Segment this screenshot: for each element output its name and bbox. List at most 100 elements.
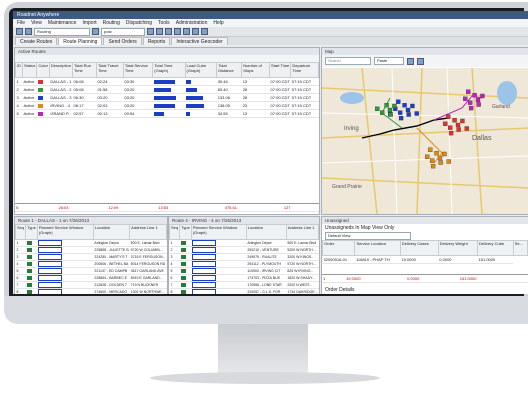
map-layer-select[interactable]: Paste (374, 57, 404, 65)
route-stop-marker[interactable] (402, 103, 407, 108)
route-stop-marker[interactable] (472, 93, 477, 98)
table-row[interactable]: 3 Active DALLAS - 3 06:30 03:20 03:20 133.06 28… (15, 93, 319, 102)
zoom-out-icon[interactable] (417, 57, 424, 65)
route-stop-marker[interactable] (375, 106, 380, 111)
column-header[interactable]: Order (322, 240, 356, 256)
table-row[interactable]: 4 294112 - PLYMOUTH 5720 W NORTH... (169, 260, 319, 268)
route-stop-marker[interactable] (448, 125, 453, 130)
column-header[interactable]: Total Time (Graph) (152, 62, 186, 78)
view-select[interactable]: Default View (325, 232, 411, 240)
column-header[interactable]: Delivery Cases (399, 240, 439, 256)
table-row[interactable]: 8 220057 - G.L.S. FOR 1734 OAKRIDGE... (169, 288, 319, 294)
table-row[interactable]: 8 274600 - MERCADO 1301 W NORTHWE... (15, 288, 167, 294)
menu-item-routing[interactable]: Routing (103, 19, 120, 27)
region-select[interactable]: Routing (34, 27, 90, 36)
route-stop-marker[interactable] (388, 112, 393, 117)
column-header[interactable]: Location (92, 224, 131, 240)
route-stop-marker[interactable] (476, 102, 481, 107)
column-header[interactable]: Planned Service Window (Graph) (36, 224, 94, 240)
column-header[interactable]: Delivery Weight (437, 240, 479, 256)
route-stop-marker[interactable] (480, 93, 485, 99)
route-stop-marker[interactable] (414, 111, 419, 116)
truck-icon[interactable] (165, 28, 172, 35)
route-stop-marker[interactable] (455, 122, 461, 128)
menu-item-view[interactable]: View (31, 19, 42, 27)
table-row[interactable]: 3 249975 - RUALITE 3200 W KINGS... (169, 253, 319, 261)
column-header[interactable]: Start Time (269, 62, 292, 78)
table-row[interactable]: 5 110904 - IRVING CIT 825 W IRVING... (169, 267, 319, 275)
route-stop-marker[interactable] (392, 103, 397, 109)
route-stop-marker[interactable] (398, 115, 404, 121)
column-header[interactable]: Address Line 1 (285, 224, 319, 240)
route-stop-marker[interactable] (460, 118, 465, 124)
route-stop-marker[interactable] (428, 147, 433, 152)
tab-3[interactable]: Reports (142, 37, 171, 45)
column-header[interactable]: Load Cube (Graph) (184, 62, 218, 78)
table-row[interactable]: 1 Arlington Depot 500 E. Lamar Blvd (169, 239, 319, 247)
table-row[interactable]: 7 170556 - LONE STAR 2200 N WEST... (169, 281, 319, 289)
order-details-label[interactable]: Order Details (325, 287, 354, 293)
route-map[interactable]: Irving Dallas Garland Grand Prairie (322, 67, 528, 214)
tab-0[interactable]: Create Routes (15, 37, 58, 45)
table-row[interactable]: 6 173703 - PIZZA BUS 1820 W SHADY... (169, 274, 319, 282)
menu-item-administration[interactable]: Administration (176, 19, 208, 27)
column-header[interactable]: Service Location (354, 240, 401, 256)
column-header[interactable]: Total Service Time (122, 62, 154, 78)
route-stop-marker[interactable] (396, 99, 401, 104)
route-stop-marker[interactable] (430, 158, 435, 163)
route-stop-marker[interactable] (475, 97, 481, 103)
column-header[interactable]: Planned Service Window (Graph) (190, 224, 247, 240)
route-stop-marker[interactable] (446, 114, 451, 119)
route-stop-marker[interactable] (456, 127, 461, 132)
route-stop-marker[interactable] (425, 154, 430, 159)
map-icon[interactable] (156, 28, 163, 35)
open-icon[interactable] (16, 28, 23, 35)
column-header[interactable]: Location (245, 224, 287, 240)
table-row[interactable]: 1 Active DALLAS - 1 06:08 02:24 03:30 39.46 13 0… (15, 77, 319, 86)
map-search-input[interactable]: Search (325, 57, 371, 65)
unassigned-filter[interactable]: Unassigneds In Map View Only (322, 224, 528, 232)
column-header[interactable]: Total Distance (216, 62, 243, 78)
column-header[interactable]: Number of Stops (241, 62, 271, 78)
table-row[interactable]: 5 221137 - ED CAMPB 3617 GARLAND AVE (15, 267, 167, 275)
route-stop-marker[interactable] (468, 105, 474, 111)
tab-4[interactable]: Interactive Geocoder (171, 37, 228, 45)
tab-2[interactable]: Send Orders (103, 37, 142, 45)
route-stop-marker[interactable] (430, 163, 436, 169)
route-stop-marker[interactable] (448, 130, 454, 136)
route-stop-marker[interactable] (438, 160, 443, 165)
menu-item-tools[interactable]: Tools (158, 19, 170, 27)
route-stop-marker[interactable] (406, 112, 411, 117)
table-row[interactable]: 4 200606 - BETHEL BA 5014 FERGUSON RD (15, 260, 167, 268)
column-header[interactable]: Status (21, 62, 38, 78)
menu-item-dispatching[interactable]: Dispatching (126, 19, 152, 27)
column-header[interactable]: Seq (15, 224, 27, 240)
stop-icon[interactable] (174, 28, 181, 35)
route-stop-marker[interactable] (384, 103, 389, 108)
column-header[interactable]: Total Run Time (72, 62, 97, 78)
gear-icon[interactable] (192, 28, 199, 35)
column-header[interactable]: Address Line 1 (129, 224, 167, 240)
column-header[interactable]: Color (36, 62, 50, 78)
table-row[interactable]: 2 250210 - VENTURE 5200 W NORTH... (169, 246, 319, 254)
column-header[interactable]: Se... (512, 240, 528, 256)
table-row[interactable]: 1 Arlington Depot 500 E. Lamar Blvd (15, 239, 167, 247)
table-row[interactable]: 32000516-01 116819 - PHAP TH 19.0000 0.0000… (322, 255, 528, 264)
report-icon[interactable] (183, 28, 190, 35)
session-select[interactable]: post (101, 27, 145, 36)
table-row[interactable]: 7 212628 - GOLDEN T 719 N BUCKNER (15, 281, 167, 289)
column-header[interactable]: Type (25, 224, 38, 240)
table-row[interactable]: 3 224250 - MARTY'S T 3715 E FERGUSON... (15, 253, 167, 261)
menu-item-help[interactable]: Help (213, 19, 223, 27)
menu-item-import[interactable]: Import (82, 19, 96, 27)
table-row[interactable]: 5 Active GRAND P... 02:57 00:13 00:54 34.55 13 0… (15, 109, 319, 118)
zoom-in-icon[interactable] (407, 57, 414, 65)
route-stop-marker[interactable] (398, 110, 403, 115)
route-icon[interactable] (147, 28, 154, 35)
column-header[interactable]: Description (48, 62, 74, 78)
route-stop-marker[interactable] (442, 151, 447, 157)
route-stop-marker[interactable] (405, 107, 411, 113)
column-header[interactable]: ID (15, 62, 23, 78)
table-row[interactable]: 2 Active DALLAS - 2 05:08 01:58 03:20 83.40 28 0… (15, 85, 319, 94)
route-stop-marker[interactable] (466, 89, 471, 94)
